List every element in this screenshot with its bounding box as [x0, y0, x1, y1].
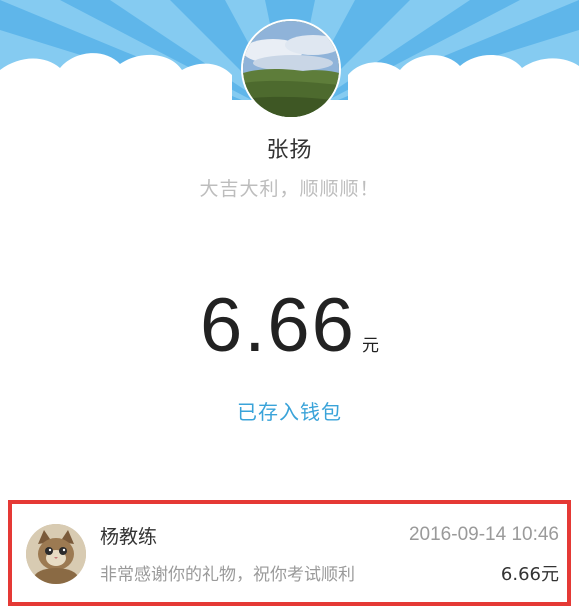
wallet-status-link[interactable]: 已存入钱包 — [0, 396, 579, 425]
record-timestamp: 2016-09-14 10:46 — [408, 524, 559, 545]
amount-unit: 元 — [361, 336, 379, 356]
record-name: 杨教练 — [100, 526, 158, 548]
record-item[interactable]: 杨教练 2016-09-14 10:46 非常感谢你的礼物，祝你考试顺利 6.6… — [8, 500, 571, 606]
record-avatar[interactable] — [26, 524, 86, 584]
kitten-photo-icon — [26, 524, 86, 584]
sender-avatar[interactable] — [241, 19, 341, 119]
record-amount: 6.66元 — [500, 564, 559, 585]
sender-greeting: 大吉大利，顺顺顺！ — [199, 178, 380, 200]
record-message: 非常感谢你的礼物，祝你考试顺利 — [100, 565, 355, 585]
red-packet-detail-page: 张扬 大吉大利，顺顺顺！ 6.66 元 已存入钱包 杨教练 2016-09-14 … — [0, 0, 579, 614]
amount-display: 6.66 元 — [0, 282, 579, 369]
sender-name: 张扬 — [266, 138, 313, 163]
landscape-photo-icon — [243, 21, 339, 117]
amount-value: 6.66 — [200, 283, 356, 368]
